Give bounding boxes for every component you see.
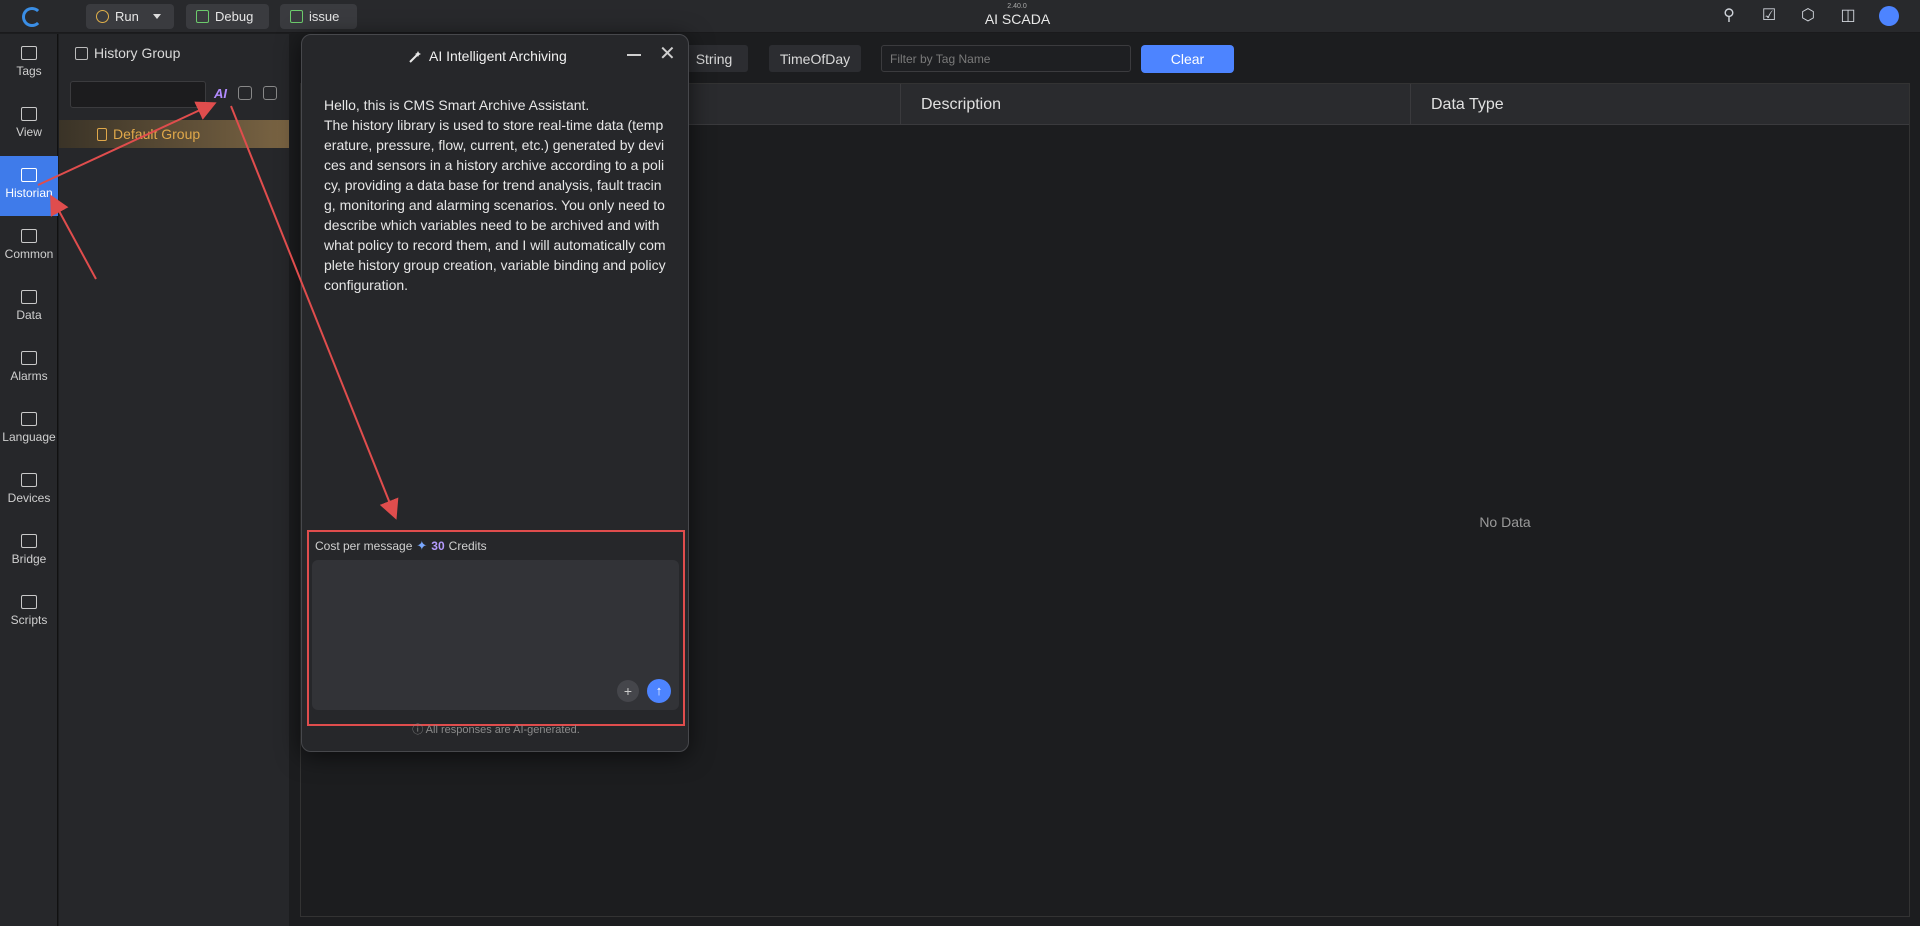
top-bar: Run Debug issue 2.40.0 AI SCADA ⚲ ☑ ⬡ ◫ xyxy=(0,0,1920,33)
language-icon xyxy=(21,412,37,426)
alarms-icon xyxy=(21,351,37,365)
filter-type-timeofday[interactable]: TimeOfDay xyxy=(769,45,861,72)
greeting-body: The history library is used to store rea… xyxy=(324,117,666,293)
disclaimer-text: All responses are AI-generated. xyxy=(425,724,580,736)
panel-layout-icon[interactable]: ◫ xyxy=(1838,6,1858,26)
add-group-icon[interactable] xyxy=(238,86,252,100)
issue-label: issue xyxy=(309,9,340,24)
sidebar-item-alarms[interactable]: Alarms xyxy=(0,339,58,399)
app-logo-icon xyxy=(22,7,42,27)
attach-plus-icon[interactable]: + xyxy=(617,680,639,702)
issue-button[interactable]: issue xyxy=(280,4,357,29)
sidebar-item-label: Historian xyxy=(5,186,53,200)
sidebar-item-label: View xyxy=(16,125,42,139)
history-group-title: History Group xyxy=(94,45,181,61)
issue-icon xyxy=(290,10,303,23)
column-header-data-type: Data Type xyxy=(1410,84,1909,125)
tags-icon xyxy=(21,46,37,60)
group-item-label: Default Group xyxy=(113,126,201,142)
debug-icon xyxy=(196,10,209,23)
history-group-panel: History Group AI Default Group xyxy=(59,34,289,926)
sidebar-item-tags[interactable]: Tags xyxy=(0,34,58,94)
run-label: Run xyxy=(115,9,139,24)
sidebar-item-label: Bridge xyxy=(11,552,47,566)
scripts-icon xyxy=(21,595,37,609)
sidebar-item-language[interactable]: Language xyxy=(0,400,58,460)
sidebar-item-view[interactable]: View xyxy=(0,95,58,155)
cost-label: Cost per message xyxy=(315,539,413,553)
document-icon xyxy=(97,127,107,141)
sidebar-item-label: Scripts xyxy=(10,613,48,627)
assistant-greeting: Hello, this is CMS Smart Archive Assista… xyxy=(324,95,669,295)
message-composer: Cost per message ✦ 30 Credits + ↑ xyxy=(307,530,685,726)
column-header-description: Description xyxy=(900,84,1410,125)
chevron-down-icon[interactable] xyxy=(152,14,161,19)
sidebar-item-label: Data xyxy=(16,308,42,322)
shield-check-icon[interactable]: ☑ xyxy=(1759,6,1779,26)
sidebar-item-data[interactable]: Data xyxy=(0,278,58,338)
sidebar-item-common[interactable]: Common xyxy=(0,217,58,277)
minimize-icon[interactable] xyxy=(627,54,641,56)
ai-archiving-dialog: AI Intelligent Archiving ✕ Hello, this i… xyxy=(301,34,689,752)
sidebar-item-label: Common xyxy=(4,247,54,261)
cost-per-message: Cost per message ✦ 30 Credits xyxy=(315,538,487,554)
history-group-header: History Group xyxy=(59,34,289,72)
filter-type-string[interactable]: String xyxy=(680,45,748,72)
history-group-icon xyxy=(75,46,88,60)
clear-button[interactable]: Clear xyxy=(1141,45,1234,73)
app-version: 2.40.0 xyxy=(1007,3,1027,10)
bridge-icon xyxy=(21,534,37,548)
empty-state-text: No Data xyxy=(1479,514,1531,530)
sidebar-item-bridge[interactable]: Bridge xyxy=(0,522,58,582)
search-icon[interactable]: ⚲ xyxy=(1719,6,1739,26)
sidebar-item-label: Devices xyxy=(7,491,51,505)
run-button[interactable]: Run xyxy=(86,4,174,29)
debug-button[interactable]: Debug xyxy=(186,4,269,29)
dialog-header: AI Intelligent Archiving ✕ xyxy=(302,35,690,77)
sidebar-item-label: Alarms xyxy=(10,369,48,383)
sidebar-item-historian[interactable]: Historian xyxy=(0,156,58,216)
devices-icon xyxy=(21,473,37,487)
cost-value: 30 xyxy=(431,539,445,553)
ai-archive-button[interactable]: AI xyxy=(214,86,227,101)
cost-unit: Credits xyxy=(448,539,487,553)
play-icon xyxy=(96,10,109,23)
group-search-input[interactable] xyxy=(70,81,206,108)
dialog-title: AI Intelligent Archiving xyxy=(429,48,567,64)
sidebar-item-label: Tags xyxy=(16,64,42,78)
close-icon[interactable]: ✕ xyxy=(659,44,676,64)
sidebar-item-scripts[interactable]: Scripts xyxy=(0,583,58,643)
send-button[interactable]: ↑ xyxy=(647,679,671,703)
user-avatar-icon[interactable] xyxy=(1879,6,1899,26)
historian-icon xyxy=(21,168,37,182)
sidebar-item-devices[interactable]: Devices xyxy=(0,461,58,521)
common-icon xyxy=(21,229,37,243)
sidebar: Tags View Historian Common Data Alarms L… xyxy=(0,34,58,926)
package-icon[interactable]: ⬡ xyxy=(1798,6,1818,26)
greeting-title: Hello, this is CMS Smart Archive Assista… xyxy=(324,97,590,113)
sidebar-item-label: Language xyxy=(2,430,56,444)
sparkle-icon: ✦ xyxy=(416,538,428,553)
folder-open-icon[interactable] xyxy=(263,86,277,100)
app-title: AI SCADA xyxy=(984,11,1051,27)
data-icon xyxy=(21,290,37,304)
magic-wand-icon xyxy=(409,51,421,63)
tag-name-filter-input[interactable] xyxy=(881,45,1131,72)
debug-label: Debug xyxy=(215,9,254,24)
ai-disclaimer: ⓘ All responses are AI-generated. xyxy=(412,724,580,736)
group-item-default[interactable]: Default Group xyxy=(59,120,289,148)
view-icon xyxy=(21,107,37,121)
